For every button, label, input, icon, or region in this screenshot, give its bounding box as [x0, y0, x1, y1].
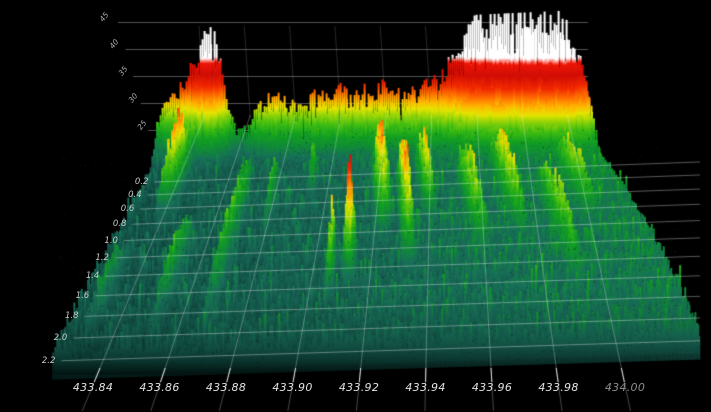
spectrum-terrain-canvas[interactable]	[0, 0, 711, 412]
spectrogram-3d-view: 4540353025 0.20.40.60.81.01.21.41.61.82.…	[0, 0, 711, 412]
